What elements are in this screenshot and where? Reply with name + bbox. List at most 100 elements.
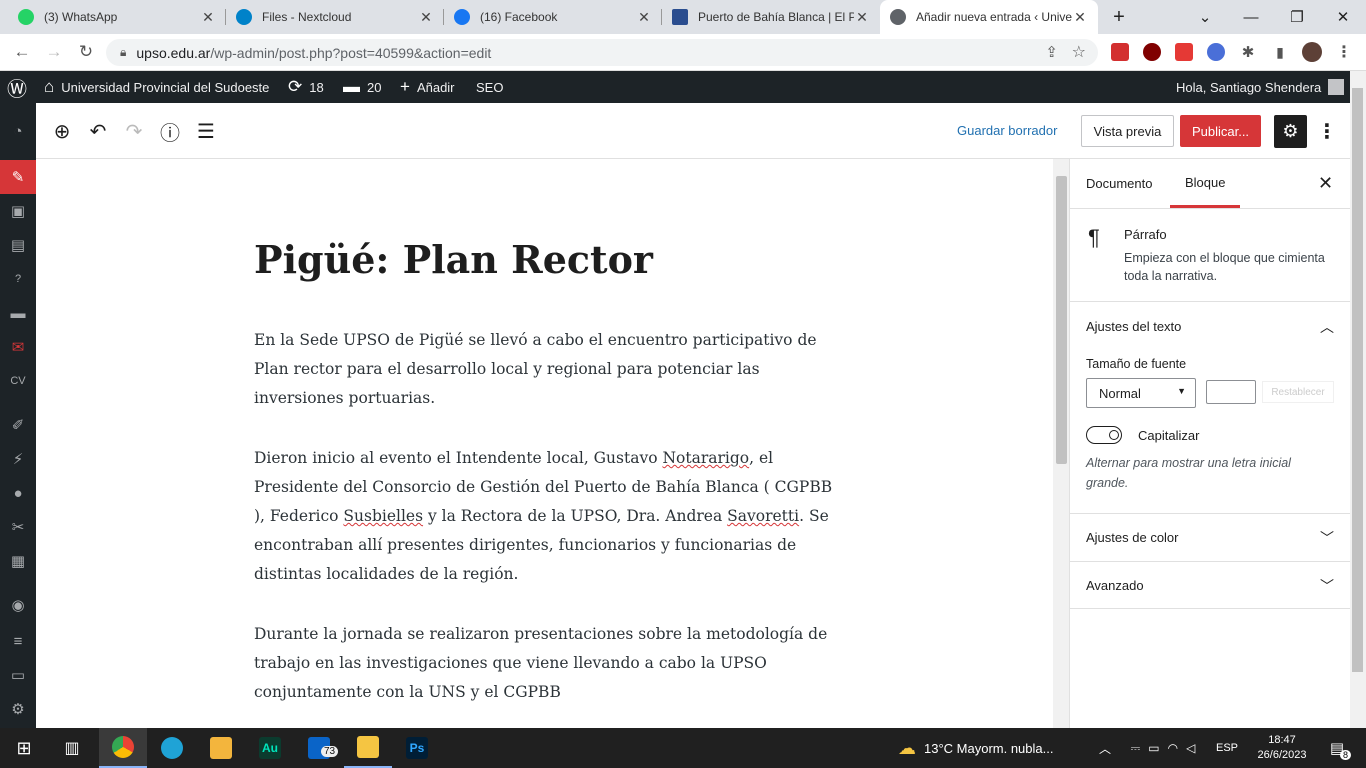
store-taskbar-icon[interactable] xyxy=(197,728,245,768)
tab-whatsapp[interactable]: (3) WhatsApp ✕ xyxy=(8,0,226,34)
save-draft-button[interactable]: Guardar borrador xyxy=(957,123,1057,138)
add-new-link[interactable]: + Añadir xyxy=(400,71,455,103)
seo-link[interactable]: SEO xyxy=(476,71,503,103)
posts-pin-icon[interactable]: ✎ xyxy=(0,160,36,194)
chevron-down-icon[interactable]: ﹀ xyxy=(1320,576,1334,596)
close-window-button[interactable]: ✕ xyxy=(1320,0,1366,34)
media-icon[interactable]: ▣ xyxy=(0,194,36,228)
edge-taskbar-icon[interactable] xyxy=(148,728,196,768)
tab-nextcloud[interactable]: Files - Nextcloud ✕ xyxy=(226,0,444,34)
close-tab-icon[interactable]: ✕ xyxy=(636,9,652,26)
settings-gear-icon[interactable]: ⚙ xyxy=(1274,115,1307,148)
windows-start-icon[interactable]: ⊞ xyxy=(0,728,48,768)
explorer-taskbar-icon[interactable] xyxy=(344,728,392,768)
plugins-icon[interactable]: ⚡︎ xyxy=(0,442,36,476)
color-settings-heading[interactable]: Ajustes de color xyxy=(1086,530,1179,545)
site-name-link[interactable]: ⌂ Universidad Provincial del Sudoeste xyxy=(44,71,269,103)
tab-block[interactable]: Bloque xyxy=(1170,159,1241,208)
extensions-puzzle-icon[interactable]: ✱ xyxy=(1232,34,1264,70)
advanced-panel[interactable]: Avanzado ﹀ xyxy=(1070,561,1351,609)
list-view-icon[interactable]: ☰ xyxy=(192,117,220,145)
system-tray[interactable]: ⎓ ▭ ◠ ◁ xyxy=(1118,728,1208,768)
editor-scrollbar-thumb[interactable] xyxy=(1056,176,1067,464)
back-icon[interactable]: ← xyxy=(6,34,38,70)
dashboard-icon[interactable]: ◔ xyxy=(0,114,36,148)
more-options-icon[interactable]: ⋮ xyxy=(1316,115,1338,147)
ublock-extension-icon[interactable] xyxy=(1143,43,1161,61)
clock[interactable]: 18:47 26/6/2023 xyxy=(1248,728,1316,768)
comments-icon[interactable]: ▬ xyxy=(0,296,36,330)
gear-icon[interactable]: ⚙ xyxy=(0,692,36,726)
reset-button[interactable]: Restablecer xyxy=(1262,381,1334,403)
chrome-menu-icon[interactable]: ⋮ xyxy=(1328,34,1360,70)
tab-search-icon[interactable]: ⌄ xyxy=(1182,0,1228,34)
text-settings-heading[interactable]: Ajustes del texto xyxy=(1086,319,1181,334)
pages-icon[interactable]: ▤ xyxy=(0,228,36,262)
updates-link[interactable]: ⟳ 18 xyxy=(288,71,324,103)
menu-icon[interactable]: ≡ xyxy=(0,624,36,658)
post-title[interactable]: Pigüé: Plan Rector xyxy=(254,237,653,282)
lock-icon[interactable]: 🔒︎ xyxy=(120,45,126,60)
acrobat-extension-icon[interactable] xyxy=(1111,43,1129,61)
share-icon[interactable]: ⇪ xyxy=(1045,43,1058,61)
address-bar[interactable]: 🔒︎ upso.edu.ar/wp-admin/post.php?post=40… xyxy=(106,39,1098,66)
new-tab-button[interactable]: + xyxy=(1098,0,1140,34)
close-tab-icon[interactable]: ✕ xyxy=(854,9,870,26)
language-indicator[interactable]: ESP xyxy=(1212,728,1242,768)
mail-icon[interactable]: ✉ xyxy=(0,330,36,364)
paragraph-block[interactable]: Dieron inicio al evento el Intendente lo… xyxy=(254,444,844,589)
tab-facebook[interactable]: (16) Facebook ✕ xyxy=(444,0,662,34)
audition-taskbar-icon[interactable]: Au xyxy=(246,728,294,768)
dropcap-toggle[interactable] xyxy=(1086,426,1122,444)
wifi-icon[interactable]: ◠ xyxy=(1168,741,1178,755)
undo-icon[interactable]: ↶ xyxy=(84,117,112,145)
help-icon[interactable]: ? xyxy=(0,262,36,296)
task-view-icon[interactable]: ▥ xyxy=(50,728,94,768)
forward-icon[interactable]: → xyxy=(38,34,70,70)
close-tab-icon[interactable]: ✕ xyxy=(1072,9,1088,26)
weather-widget[interactable]: ☁ 13°C Mayorm. nubla... xyxy=(898,728,1088,768)
globe-extension-icon[interactable] xyxy=(1207,43,1225,61)
photoshop-taskbar-icon[interactable]: Ps xyxy=(393,728,441,768)
advanced-heading[interactable]: Avanzado xyxy=(1086,578,1144,593)
tools-icon[interactable]: ✂ xyxy=(0,510,36,544)
close-tab-icon[interactable]: ✕ xyxy=(200,9,216,26)
usb-icon[interactable]: ⎓ xyxy=(1131,741,1141,756)
seo-plugin-icon[interactable]: ◉ xyxy=(0,588,36,622)
publish-button[interactable]: Publicar... xyxy=(1180,115,1261,147)
tab-wordpress-active[interactable]: Añadir nueva entrada ‹ Unive ✕ xyxy=(880,0,1098,34)
close-icon[interactable]: ✕ xyxy=(1318,173,1333,194)
paragraph-block[interactable]: Durante la jornada se realizaron present… xyxy=(254,620,844,707)
side-panel-icon[interactable]: ▮ xyxy=(1264,34,1296,70)
battery-icon[interactable]: ▭ xyxy=(1148,741,1159,755)
redo-icon[interactable]: ↷ xyxy=(120,117,148,145)
chevron-up-icon[interactable]: ︿ xyxy=(1320,317,1334,337)
page-scrollbar-thumb[interactable] xyxy=(1352,88,1363,672)
chevron-up-icon[interactable]: ︿ xyxy=(1095,728,1115,768)
font-size-select[interactable]: Normal ▼ xyxy=(1086,378,1196,408)
color-settings-panel[interactable]: Ajustes de color ﹀ xyxy=(1070,513,1351,561)
comments-link[interactable]: ▬ 20 xyxy=(343,71,381,103)
info-icon[interactable]: ⓘ xyxy=(156,117,184,145)
notifications-icon[interactable]: ▤ 8 xyxy=(1320,728,1354,768)
custom-font-size-input[interactable] xyxy=(1206,380,1256,404)
profile-avatar[interactable] xyxy=(1302,42,1322,62)
maximize-button[interactable]: ❐ xyxy=(1274,0,1320,34)
settings-icon[interactable]: ▦ xyxy=(0,544,36,578)
tab-document[interactable]: Documento xyxy=(1086,159,1152,208)
wordpress-logo-icon[interactable]: Ⓦ xyxy=(7,71,27,103)
account-menu[interactable]: Hola, Santiago Shendera xyxy=(1176,71,1345,103)
preview-button[interactable]: Vista previa xyxy=(1081,115,1174,147)
appearance-icon[interactable]: ✐ xyxy=(0,408,36,442)
minimize-button[interactable]: — xyxy=(1228,0,1274,34)
close-tab-icon[interactable]: ✕ xyxy=(418,9,434,26)
chat-icon[interactable]: ▭ xyxy=(0,658,36,692)
chevron-down-icon[interactable]: ﹀ xyxy=(1320,528,1334,548)
paragraph-block[interactable]: En la Sede UPSO de Pigüé se llevó a cabo… xyxy=(254,326,844,413)
users-icon[interactable]: ● xyxy=(0,476,36,510)
chrome-taskbar-icon[interactable] xyxy=(99,728,147,768)
mail-taskbar-icon[interactable]: 73 xyxy=(295,728,343,768)
tab-puerto[interactable]: Puerto de Bahía Blanca | El Pu ✕ xyxy=(662,0,880,34)
add-block-icon[interactable]: ⊕ xyxy=(48,117,76,145)
video-extension-icon[interactable] xyxy=(1175,43,1193,61)
